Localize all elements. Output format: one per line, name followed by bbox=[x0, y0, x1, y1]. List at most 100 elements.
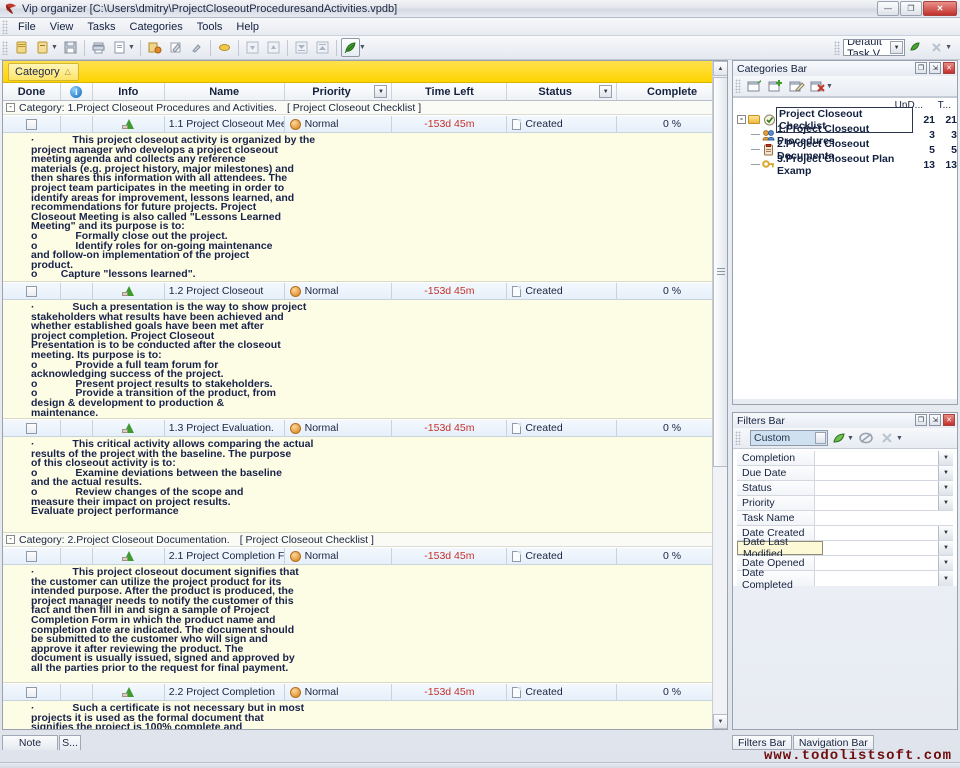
task-priority-cell[interactable]: Normal bbox=[285, 420, 393, 436]
chevron-down-icon[interactable]: ▼ bbox=[938, 496, 953, 510]
tag-icon[interactable] bbox=[215, 38, 234, 57]
clear-filter-icon[interactable] bbox=[927, 38, 946, 57]
done-checkbox[interactable] bbox=[25, 686, 37, 698]
filter-row-priority[interactable]: Priority ▼ bbox=[737, 496, 953, 511]
filter-value[interactable] bbox=[823, 541, 938, 555]
task-name-cell[interactable]: 2.1 Project Completion Form. bbox=[165, 548, 285, 564]
apply-filter-icon[interactable] bbox=[830, 430, 847, 446]
edit-icon[interactable] bbox=[166, 38, 185, 57]
new-subcategory-icon[interactable] bbox=[767, 78, 784, 94]
collapse-icon[interactable]: - bbox=[737, 115, 746, 124]
move-up-icon[interactable] bbox=[264, 38, 283, 57]
filter-value[interactable] bbox=[815, 556, 938, 570]
scrollbar-thumb[interactable] bbox=[713, 77, 727, 467]
group-by-bar[interactable]: Category △ bbox=[3, 61, 727, 83]
task-status-cell[interactable]: Created bbox=[507, 283, 618, 299]
chevron-down-icon[interactable]: ▼ bbox=[890, 41, 904, 54]
task-done-checkbox-cell[interactable] bbox=[3, 548, 61, 564]
column-header-complete[interactable]: Complete bbox=[617, 83, 727, 100]
done-checkbox[interactable] bbox=[25, 550, 37, 562]
category-group-header[interactable]: - Category: 1.Project Closeout Procedure… bbox=[3, 101, 727, 115]
filter-value[interactable] bbox=[815, 466, 938, 480]
chevron-down-icon[interactable]: ▼ bbox=[938, 451, 953, 465]
scroll-up-arrow-icon[interactable]: ▲ bbox=[713, 61, 727, 76]
filter-row-task-name[interactable]: Task Name bbox=[737, 511, 953, 526]
task-name-cell[interactable]: 1.2 Project Closeout bbox=[165, 283, 285, 299]
filter-value[interactable] bbox=[815, 526, 938, 540]
restore-icon[interactable]: ❐ bbox=[915, 62, 927, 74]
delete-category-icon[interactable] bbox=[809, 78, 826, 94]
table-row[interactable]: 1.1 Project Closeout Meeting. Normal -15… bbox=[3, 115, 727, 133]
dropdown-caret-icon[interactable]: ▼ bbox=[359, 44, 366, 51]
apply-filter-icon[interactable] bbox=[906, 38, 925, 57]
sort-ascending-icon[interactable]: △ bbox=[65, 67, 71, 76]
minimize-button[interactable]: — bbox=[877, 1, 899, 16]
task-status-cell[interactable]: Created bbox=[507, 548, 618, 564]
close-icon[interactable]: ✕ bbox=[943, 414, 955, 426]
tab-note[interactable]: Note bbox=[2, 735, 58, 750]
column-header-done[interactable]: Done bbox=[3, 83, 61, 100]
done-checkbox[interactable] bbox=[25, 285, 37, 297]
maximize-button[interactable]: ❐ bbox=[900, 1, 922, 16]
list-vertical-scrollbar[interactable]: ▲ ▼ bbox=[712, 61, 727, 729]
tab-subtasks[interactable]: S... bbox=[59, 735, 81, 750]
task-status-cell[interactable]: Created bbox=[507, 116, 618, 132]
tools-icon[interactable] bbox=[187, 38, 206, 57]
filter-row-date-last-modified[interactable]: Date Last Modified ▼ bbox=[737, 536, 953, 560]
chevron-down-icon[interactable] bbox=[815, 432, 826, 444]
table-row[interactable]: 1.3 Project Evaluation. Normal -153d 45m… bbox=[3, 419, 727, 437]
column-header-total[interactable]: T... bbox=[923, 100, 957, 111]
column-header-time-left[interactable]: Time Left bbox=[392, 83, 508, 100]
table-row[interactable]: 2.2 Project Completion Normal -153d 45m … bbox=[3, 683, 727, 701]
filter-row-date-completed[interactable]: Date Completed ▼ bbox=[737, 567, 953, 591]
task-priority-cell[interactable]: Normal bbox=[285, 548, 393, 564]
task-done-checkbox-cell[interactable] bbox=[3, 420, 61, 436]
menu-item-categories[interactable]: Categories bbox=[123, 20, 190, 34]
menu-item-help[interactable]: Help bbox=[229, 20, 266, 34]
move-down-icon[interactable] bbox=[243, 38, 262, 57]
category-group-header[interactable]: - Category: 2.Project Closeout Documenta… bbox=[3, 533, 727, 547]
filter-value[interactable] bbox=[815, 481, 938, 495]
add-category-icon[interactable] bbox=[145, 38, 164, 57]
restore-icon[interactable]: ❐ bbox=[915, 414, 927, 426]
filter-value[interactable] bbox=[815, 571, 938, 586]
column-header-info[interactable]: Info bbox=[93, 83, 165, 100]
chevron-down-icon[interactable]: ▼ bbox=[938, 466, 953, 480]
new-task-icon[interactable] bbox=[12, 38, 31, 57]
categories-toolbar-grip-handle[interactable] bbox=[735, 79, 741, 93]
task-name-cell[interactable]: 1.3 Project Evaluation. bbox=[165, 420, 285, 436]
group-chip-category[interactable]: Category △ bbox=[8, 62, 79, 81]
task-status-cell[interactable]: Created bbox=[507, 684, 618, 700]
dropdown-caret-icon[interactable]: ▼ bbox=[847, 435, 854, 442]
leaf-icon[interactable] bbox=[340, 38, 360, 57]
column-header-info-flag[interactable]: i bbox=[61, 83, 93, 100]
new-category-icon[interactable] bbox=[746, 78, 763, 94]
close-icon[interactable]: ✕ bbox=[943, 62, 955, 74]
chevron-down-icon[interactable]: ▼ bbox=[938, 526, 953, 540]
task-status-cell[interactable]: Created bbox=[507, 420, 618, 436]
priority-filter-button[interactable]: ▼ bbox=[374, 85, 388, 98]
filter-row-status[interactable]: Status ▼ bbox=[737, 481, 953, 496]
filter-row-completion[interactable]: Completion ▼ bbox=[737, 451, 953, 466]
table-row[interactable]: 2.1 Project Completion Form. Normal -153… bbox=[3, 547, 727, 565]
menu-item-view[interactable]: View bbox=[43, 20, 81, 34]
menu-item-tasks[interactable]: Tasks bbox=[80, 20, 122, 34]
filter-value[interactable] bbox=[815, 451, 938, 465]
column-header-status[interactable]: Status ▼ bbox=[507, 83, 618, 100]
menu-item-tools[interactable]: Tools bbox=[190, 20, 230, 34]
filter-preset-combo[interactable]: Custom bbox=[750, 430, 828, 446]
chevron-down-icon[interactable]: ▼ bbox=[938, 481, 953, 495]
clear-filter-icon[interactable] bbox=[858, 430, 875, 446]
collapse-icon[interactable]: - bbox=[6, 535, 15, 544]
dropdown-caret-icon[interactable]: ▼ bbox=[128, 44, 135, 51]
top-icon[interactable] bbox=[313, 38, 332, 57]
dropdown-caret-icon[interactable]: ▼ bbox=[896, 435, 903, 442]
done-checkbox[interactable] bbox=[25, 422, 37, 434]
filter-row-due-date[interactable]: Due Date ▼ bbox=[737, 466, 953, 481]
print-icon[interactable] bbox=[89, 38, 108, 57]
status-filter-button[interactable]: ▼ bbox=[599, 85, 613, 98]
task-done-checkbox-cell[interactable] bbox=[3, 684, 61, 700]
dropdown-caret-icon[interactable]: ▼ bbox=[826, 83, 833, 90]
save-icon[interactable] bbox=[61, 38, 80, 57]
menu-item-file[interactable]: File bbox=[11, 20, 43, 34]
